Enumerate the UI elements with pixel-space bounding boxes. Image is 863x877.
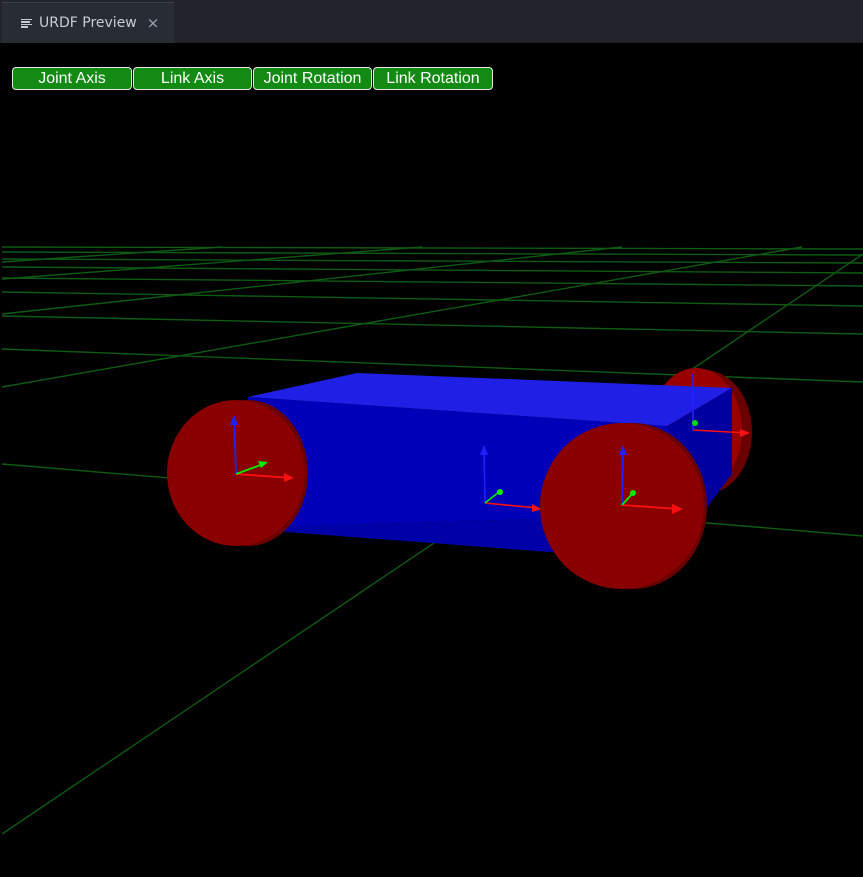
wheel-front-right: [540, 423, 707, 589]
view-toggle-toolbar: Joint Axis Link Axis Joint Rotation Link…: [12, 67, 494, 90]
joint-rotation-button[interactable]: Joint Rotation: [253, 67, 372, 90]
preview-lines-icon: [21, 18, 32, 29]
joint-axis-button[interactable]: Joint Axis: [12, 67, 132, 90]
urdf-3d-viewport[interactable]: [2, 44, 863, 877]
scene-canvas: [2, 246, 863, 835]
tab-urdf-preview[interactable]: URDF Preview ×: [2, 2, 174, 43]
wheel-front-left: [167, 400, 308, 546]
tab-bar: URDF Preview ×: [0, 0, 863, 43]
close-icon[interactable]: ×: [147, 14, 160, 32]
tab-title: URDF Preview: [39, 15, 137, 31]
link-rotation-button[interactable]: Link Rotation: [373, 67, 493, 90]
link-axis-button[interactable]: Link Axis: [133, 67, 252, 90]
